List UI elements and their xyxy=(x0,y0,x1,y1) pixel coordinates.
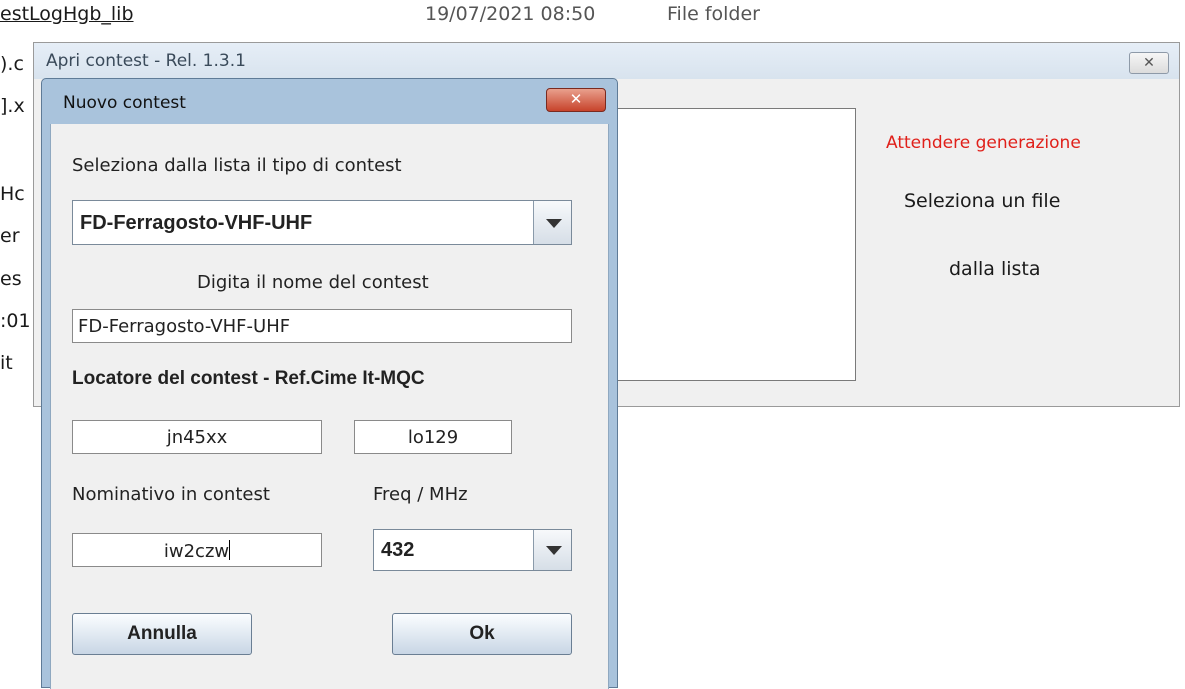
close-icon: ✕ xyxy=(1143,55,1155,71)
chevron-down-icon xyxy=(546,546,562,555)
cancel-button[interactable]: Annulla xyxy=(72,613,252,655)
contest-type-dropdown-button[interactable] xyxy=(533,201,571,244)
ok-button[interactable]: Ok xyxy=(392,613,572,655)
dialog-body: Seleziona dalla lista il tipo di contest… xyxy=(50,124,609,689)
freq-dropdown[interactable]: 432 xyxy=(373,529,572,571)
locator-input[interactable]: jn45xx xyxy=(72,420,322,454)
freq-dropdown-button[interactable] xyxy=(533,530,571,570)
callsign-value: iw2czw xyxy=(163,541,230,562)
contest-type-dropdown[interactable]: FD-Ferragosto-VHF-UHF xyxy=(72,200,572,245)
explorer-row[interactable]: estLogHgb_lib 19/07/2021 08:50 File fold… xyxy=(0,0,800,30)
ref-input[interactable]: lo129 xyxy=(354,420,512,454)
open-contest-title: Apri contest - Rel. 1.3.1 xyxy=(46,51,246,71)
open-contest-titlebar[interactable]: Apri contest - Rel. 1.3.1 ✕ xyxy=(34,43,1179,79)
new-contest-title: Nuovo contest xyxy=(63,93,186,113)
locator-label: Locatore del contest - Ref.Cime It-MQC xyxy=(72,368,425,389)
explorer-fragment: it xyxy=(0,352,13,374)
explorer-row-type: File folder xyxy=(667,3,760,25)
new-contest-close-button[interactable]: ✕ xyxy=(546,88,606,112)
contest-name-label: Digita il nome del contest xyxy=(197,272,429,293)
contest-type-label: Seleziona dalla lista il tipo di contest xyxy=(72,155,402,176)
contest-type-value: FD-Ferragosto-VHF-UHF xyxy=(80,212,313,234)
open-contest-close-button[interactable]: ✕ xyxy=(1129,52,1169,74)
status-text: Attendere generazione xyxy=(886,133,1081,153)
contest-name-input[interactable]: FD-Ferragosto-VHF-UHF xyxy=(72,309,572,343)
contest-name-value: FD-Ferragosto-VHF-UHF xyxy=(78,316,291,337)
close-icon: ✕ xyxy=(569,90,583,108)
callsign-input[interactable]: iw2czw xyxy=(72,533,322,567)
freq-value: 432 xyxy=(381,539,415,561)
locator-value: jn45xx xyxy=(166,427,228,448)
new-contest-dialog: Nuovo contest ✕ Seleziona dalla lista il… xyxy=(41,78,618,689)
text-cursor xyxy=(229,540,231,560)
file-list[interactable] xyxy=(601,108,856,381)
explorer-fragment: ).c xyxy=(0,53,24,75)
explorer-row-name: estLogHgb_lib xyxy=(0,3,134,25)
explorer-fragment: es xyxy=(0,268,22,290)
explorer-fragment: er xyxy=(0,225,20,247)
hint-text-line2: dalla lista xyxy=(949,258,1041,280)
ref-value: lo129 xyxy=(407,427,459,448)
freq-label: Freq / MHz xyxy=(373,484,468,505)
explorer-fragment: Hc xyxy=(0,183,25,205)
hint-text-line1: Seleziona un file xyxy=(904,190,1061,212)
chevron-down-icon xyxy=(546,218,562,228)
explorer-fragment: :01 xyxy=(0,310,31,332)
callsign-label: Nominativo in contest xyxy=(72,484,270,505)
explorer-row-date: 19/07/2021 08:50 xyxy=(425,3,596,25)
explorer-fragment: ].x xyxy=(0,95,25,117)
